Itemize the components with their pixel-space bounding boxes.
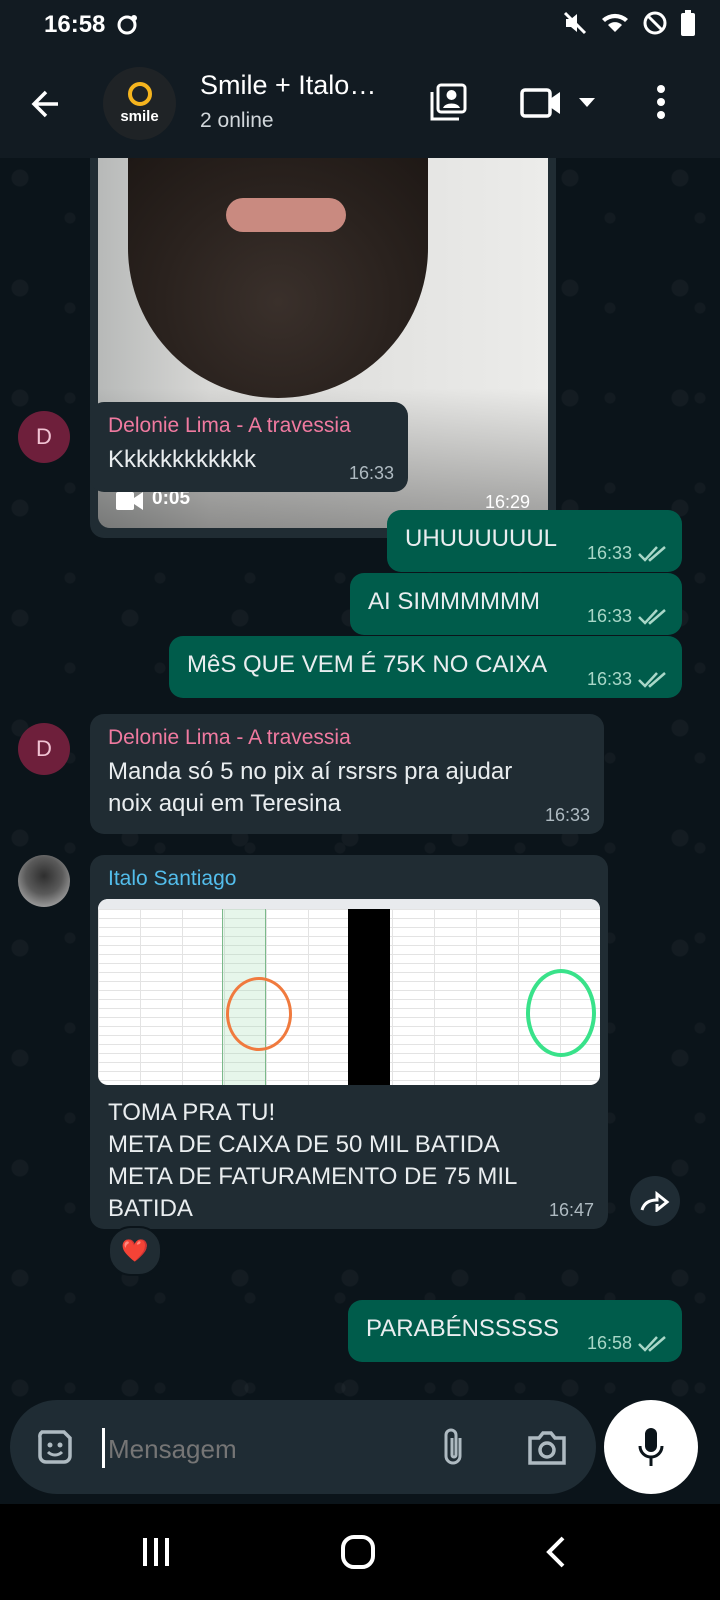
message-bubble-outgoing[interactable]: PARABÉNSSSSS 16:58 <box>348 1300 682 1362</box>
message-time: 16:33 <box>586 543 632 563</box>
message-time: 16:47 <box>548 1200 594 1220</box>
sender-name[interactable]: Delonie Lima - A travessia <box>108 726 351 750</box>
group-avatar-text: smile <box>120 108 159 125</box>
heart-icon: ❤️ <box>121 1238 149 1263</box>
status-time: 16:58 <box>44 11 106 38</box>
sender-name[interactable]: Italo Santiago <box>108 867 236 891</box>
attach-icon[interactable] <box>440 1426 466 1468</box>
message-composer <box>10 1400 596 1494</box>
message-bubble-outgoing[interactable]: UHUUUUUUL 16:33 <box>387 510 682 572</box>
message-text-line: META DE FATURAMENTO DE 75 MIL <box>108 1163 518 1190</box>
wifi-icon <box>602 13 628 32</box>
contact-card-icon[interactable] <box>428 82 468 122</box>
sticker-icon[interactable] <box>36 1428 74 1466</box>
sender-avatar-delonie[interactable]: D <box>18 411 70 463</box>
read-receipt-icon <box>638 1335 666 1352</box>
message-bubble-outgoing[interactable]: MêS QUE VEM É 75K NO CAIXA 16:33 <box>169 636 682 698</box>
more-options-icon[interactable] <box>656 84 666 120</box>
read-receipt-icon <box>638 545 666 562</box>
read-receipt-icon <box>638 671 666 688</box>
message-text-line: TOMA PRA TU! <box>108 1099 276 1126</box>
microphone-icon <box>638 1428 664 1466</box>
message-meta: 16:33 <box>587 669 668 690</box>
camera-icon[interactable] <box>526 1430 568 1466</box>
message-meta: 16:58 <box>587 1333 668 1354</box>
message-meta: 16:33 <box>349 463 394 484</box>
sender-name[interactable]: Delonie Lima - A travessia <box>108 414 351 438</box>
message-text: Kkkkkkkkkkkk <box>108 446 257 473</box>
message-meta: 16:33 <box>587 606 668 627</box>
smile-logo-icon <box>127 82 152 106</box>
sender-avatar-delonie[interactable]: D <box>18 723 70 775</box>
message-time: 16:58 <box>586 1333 632 1353</box>
mute-icon <box>563 11 587 35</box>
group-avatar[interactable]: smile <box>103 67 176 140</box>
chevron-down-icon[interactable] <box>578 96 596 108</box>
chat-area[interactable]: 0:05 16:29 D Delonie Lima - A travessia … <box>0 158 720 1400</box>
message-time: 16:33 <box>586 606 632 626</box>
message-text: AI SIMMMMMM <box>368 588 540 615</box>
message-text-line: noix aqui em Teresina <box>108 790 342 817</box>
text-cursor <box>102 1428 105 1468</box>
chat-header: smile Smile + Italo… 2 online <box>0 52 720 158</box>
battery-icon <box>681 10 695 36</box>
chat-title[interactable]: Smile + Italo… <box>200 70 376 101</box>
back-arrow-icon[interactable] <box>28 86 64 122</box>
message-bubble-incoming[interactable]: Italo Santiago TOMA PRA TU! META DE CAIX… <box>90 855 608 1229</box>
message-bubble-incoming[interactable]: Delonie Lima - A travessia Kkkkkkkkkkkk … <box>90 402 408 492</box>
message-meta: 16:33 <box>587 543 668 564</box>
message-meta: 16:47 <box>549 1200 594 1221</box>
chat-subtitle: 2 online <box>200 109 274 132</box>
video-camera-icon <box>116 492 143 510</box>
forward-button[interactable] <box>630 1176 680 1226</box>
message-time: 16:33 <box>544 805 590 825</box>
message-time: 16:33 <box>586 669 632 689</box>
message-text: PARABÉNSSSSS <box>366 1315 559 1342</box>
do-not-disturb-icon <box>643 11 667 35</box>
message-meta: 16:33 <box>545 805 590 826</box>
status-bar: 16:58 <box>0 0 720 52</box>
status-icons <box>562 10 696 36</box>
system-nav-bar <box>0 1504 720 1600</box>
message-time: 16:33 <box>348 463 394 483</box>
reaction-badge[interactable]: ❤️ <box>108 1226 162 1276</box>
message-bubble-outgoing[interactable]: AI SIMMMMMM 16:33 <box>350 573 682 635</box>
video-call-icon[interactable] <box>520 88 562 118</box>
read-receipt-icon <box>638 608 666 625</box>
message-text: UHUUUUUUL <box>405 525 558 552</box>
sender-avatar-italo[interactable] <box>18 855 70 907</box>
home-icon[interactable] <box>340 1534 376 1570</box>
message-text-line: Manda só 5 no pix aí rsrsrs pra ajudar <box>108 758 513 785</box>
recent-apps-icon[interactable] <box>140 1536 172 1568</box>
whatsapp-notification-icon <box>117 15 137 35</box>
message-text-line: META DE CAIXA DE 50 MIL BATIDA <box>108 1131 500 1158</box>
voice-message-button[interactable] <box>604 1400 698 1494</box>
forward-icon <box>640 1190 670 1212</box>
spreadsheet-image[interactable] <box>98 899 600 1085</box>
message-bubble-incoming[interactable]: Delonie Lima - A travessia Manda só 5 no… <box>90 714 604 834</box>
nav-back-icon[interactable] <box>546 1536 566 1568</box>
message-input[interactable] <box>106 1424 410 1474</box>
message-text: MêS QUE VEM É 75K NO CAIXA <box>187 651 548 678</box>
message-text-line: BATIDA <box>108 1195 193 1222</box>
